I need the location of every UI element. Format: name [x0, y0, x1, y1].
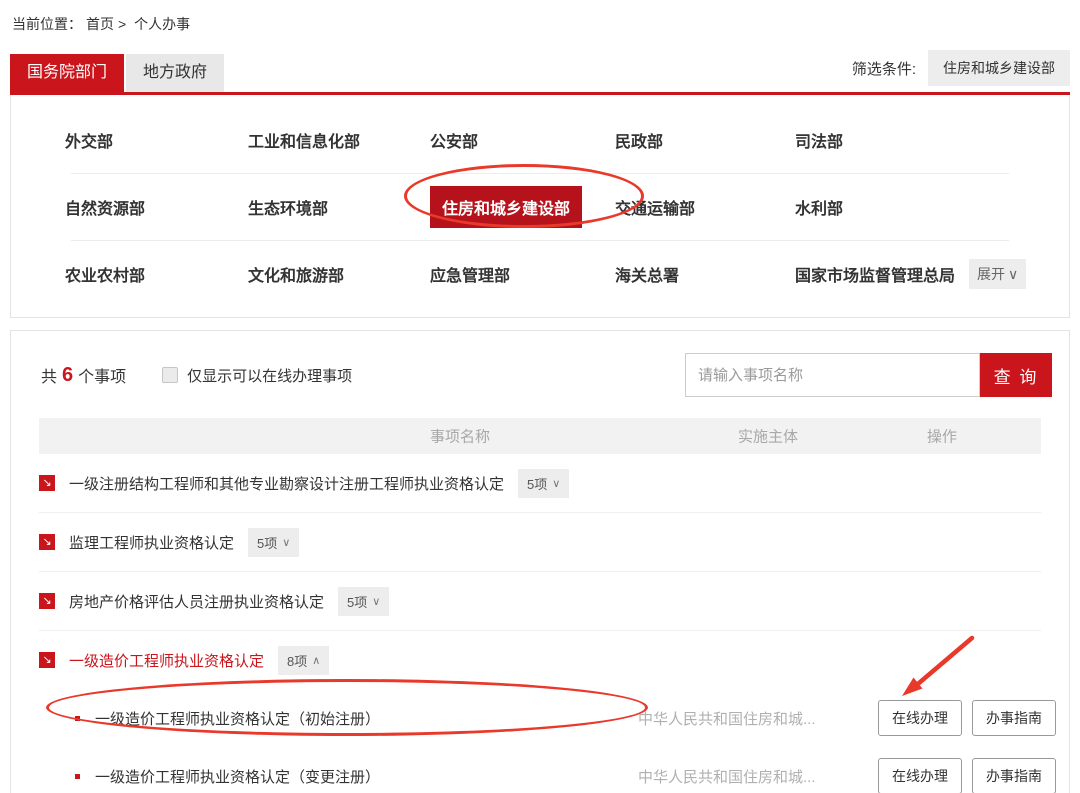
ministry-item[interactable]: 国家市场监督管理总局 — [795, 262, 955, 286]
tab-local-governments[interactable]: 地方政府 — [126, 54, 224, 92]
chevron-up-icon: ∧ — [312, 654, 320, 667]
sub-item-row: 一级造价工程师执业资格认定（初始注册） 中华人民共和国住房和城... 在线办理 … — [11, 689, 1069, 747]
filter-condition: 筛选条件: 住房和城乡建设部 — [852, 50, 1070, 92]
item-title[interactable]: 房地产价格评估人员注册执业资格认定 — [69, 591, 324, 612]
table-row: ↘ 房地产价格评估人员注册执业资格认定 5项 ∨ — [11, 572, 1069, 630]
chevron-down-icon: ∨ — [552, 477, 560, 490]
total-prefix: 共 — [41, 363, 57, 387]
expand-row-icon[interactable]: ↘ — [39, 593, 55, 609]
ministry-row: 农业农村部 文化和旅游部 应急管理部 海关总署 国家市场监督管理总局 展开∨ — [11, 241, 1069, 307]
online-handle-button[interactable]: 在线办理 — [878, 758, 962, 793]
agency-name: 中华人民共和国住房和城... — [638, 766, 856, 787]
expand-row-icon[interactable]: ↘ — [39, 475, 55, 491]
table-row: ↘ 一级注册结构工程师和其他专业勘察设计注册工程师执业资格认定 5项 ∨ — [11, 454, 1069, 512]
column-header-item-name: 事项名称 — [430, 426, 490, 447]
summary-bar: 共 6 个事项 仅显示可以在线办理事项 查 询 — [11, 353, 1069, 397]
table-header: 事项名称 实施主体 操作 — [39, 418, 1041, 454]
expand-ministries-button[interactable]: 展开∨ — [969, 259, 1026, 289]
guide-button[interactable]: 办事指南 — [972, 700, 1056, 736]
ministry-item[interactable]: 文化和旅游部 — [248, 268, 344, 285]
ministry-item[interactable]: 应急管理部 — [430, 268, 510, 285]
filter-value-button[interactable]: 住房和城乡建设部 — [928, 50, 1070, 86]
filter-label: 筛选条件: — [852, 58, 916, 79]
total-count: 共 6 个事项 — [41, 363, 126, 387]
items-panel: 共 6 个事项 仅显示可以在线办理事项 查 询 事项名称 实施主体 操作 ↘ 一… — [10, 330, 1070, 793]
online-only-checkbox[interactable] — [162, 367, 178, 383]
chevron-down-icon: ∨ — [372, 595, 380, 608]
ministry-item[interactable]: 民政部 — [615, 134, 663, 151]
tab-state-council-departments[interactable]: 国务院部门 — [10, 54, 124, 92]
item-count-badge[interactable]: 5项 ∨ — [518, 469, 569, 498]
expand-label: 展开 — [977, 264, 1005, 284]
ministry-item[interactable]: 生态环境部 — [248, 201, 328, 218]
expand-row-icon[interactable]: ↘ — [39, 534, 55, 550]
bullet-icon — [75, 774, 80, 779]
breadcrumb-label: 当前位置： — [12, 16, 82, 32]
item-count-badge[interactable]: 5项 ∨ — [338, 587, 389, 616]
total-number: 6 — [62, 364, 73, 387]
breadcrumb-separator: > — [118, 16, 126, 32]
search-input[interactable] — [685, 353, 980, 397]
table-row-expanded: ↘ 一级造价工程师执业资格认定 8项 ∧ — [11, 631, 1069, 689]
ministry-item[interactable]: 外交部 — [65, 134, 113, 151]
item-title[interactable]: 监理工程师执业资格认定 — [69, 532, 234, 553]
chevron-down-icon: ∨ — [1008, 266, 1018, 283]
badge-label: 5项 — [257, 533, 277, 552]
sub-item-title[interactable]: 一级造价工程师执业资格认定（变更注册） — [95, 766, 380, 787]
expand-row-icon[interactable]: ↘ — [39, 652, 55, 668]
item-count-badge[interactable]: 8项 ∧ — [278, 646, 329, 675]
page: 当前位置：首页> 个人办事 国务院部门 地方政府 筛选条件: 住房和城乡建设部 … — [0, 0, 1080, 793]
ministry-item[interactable]: 公安部 — [430, 134, 478, 151]
ministry-row: 外交部 工业和信息化部 公安部 民政部 司法部 — [11, 107, 1069, 173]
ministry-item[interactable]: 海关总署 — [615, 268, 679, 285]
online-only-filter[interactable]: 仅显示可以在线办理事项 — [162, 365, 352, 386]
tab-bar: 国务院部门 地方政府 筛选条件: 住房和城乡建设部 — [10, 50, 1070, 92]
guide-button[interactable]: 办事指南 — [972, 758, 1056, 793]
column-header-actions: 操作 — [927, 426, 957, 447]
search-group: 查 询 — [685, 353, 1052, 397]
badge-label: 5项 — [347, 592, 367, 611]
breadcrumb-current: 个人办事 — [134, 16, 190, 32]
ministry-item[interactable]: 交通运输部 — [615, 201, 695, 218]
item-title-active[interactable]: 一级造价工程师执业资格认定 — [69, 650, 264, 671]
ministry-item-selected[interactable]: 住房和城乡建设部 — [430, 186, 582, 228]
sub-item-title[interactable]: 一级造价工程师执业资格认定（初始注册） — [95, 708, 380, 729]
column-header-agency: 实施主体 — [738, 426, 798, 447]
ministry-item[interactable]: 工业和信息化部 — [248, 134, 360, 151]
badge-label: 5项 — [527, 474, 547, 493]
badge-label: 8项 — [287, 651, 307, 670]
ministry-item[interactable]: 农业农村部 — [65, 268, 145, 285]
breadcrumb: 当前位置：首页> 个人办事 — [0, 0, 1080, 34]
search-button[interactable]: 查 询 — [980, 353, 1052, 397]
ministry-item[interactable]: 自然资源部 — [65, 201, 145, 218]
online-handle-button[interactable]: 在线办理 — [878, 700, 962, 736]
agency-name: 中华人民共和国住房和城... — [638, 708, 856, 729]
item-count-badge[interactable]: 5项 ∨ — [248, 528, 299, 557]
bullet-icon — [75, 716, 80, 721]
chevron-down-icon: ∨ — [282, 536, 290, 549]
table-row: ↘ 监理工程师执业资格认定 5项 ∨ — [11, 513, 1069, 571]
ministry-item[interactable]: 水利部 — [795, 195, 843, 219]
sub-item-row: 一级造价工程师执业资格认定（变更注册） 中华人民共和国住房和城... 在线办理 … — [11, 747, 1069, 793]
breadcrumb-home-link[interactable]: 首页 — [86, 16, 114, 32]
item-title[interactable]: 一级注册结构工程师和其他专业勘察设计注册工程师执业资格认定 — [69, 473, 504, 494]
ministry-item[interactable]: 司法部 — [795, 128, 843, 152]
total-suffix: 个事项 — [78, 363, 126, 387]
online-only-label: 仅显示可以在线办理事项 — [187, 365, 352, 386]
ministries-panel: 外交部 工业和信息化部 公安部 民政部 司法部 自然资源部 生态环境部 住房和城… — [10, 95, 1070, 318]
ministry-row: 自然资源部 生态环境部 住房和城乡建设部 交通运输部 水利部 — [11, 174, 1069, 240]
